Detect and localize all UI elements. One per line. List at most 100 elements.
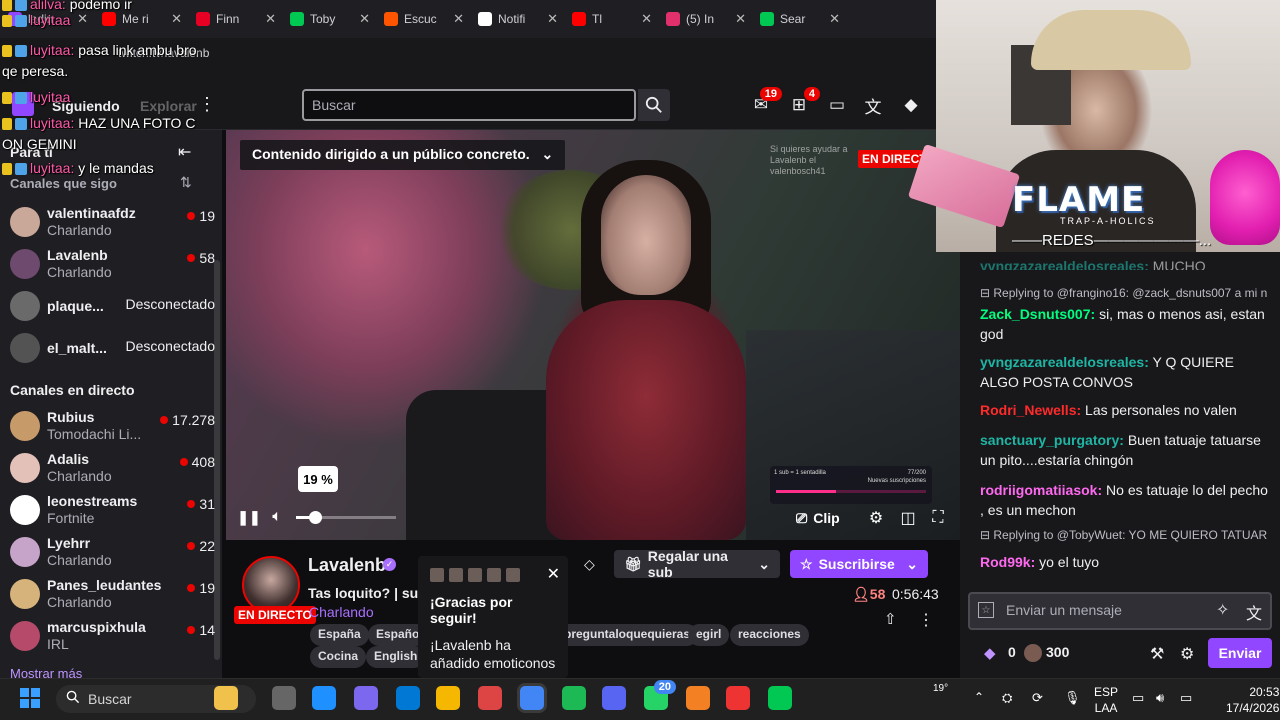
- followed-channel-item[interactable]: el_malt... Desconectado: [10, 328, 215, 368]
- store-icon[interactable]: [478, 686, 502, 710]
- browser-tab[interactable]: Finn ✕: [188, 4, 282, 34]
- volume-icon[interactable]: 🔈︎: [268, 508, 286, 526]
- browser-tab[interactable]: (5) In ✕: [658, 4, 752, 34]
- spotify-icon[interactable]: [562, 686, 586, 710]
- fullscreen-icon[interactable]: ⛶: [928, 508, 948, 528]
- close-icon[interactable]: ✕: [547, 564, 560, 584]
- tab-close-icon[interactable]: ✕: [171, 11, 182, 27]
- tab-close-icon[interactable]: ✕: [359, 11, 370, 27]
- outlook-icon[interactable]: [396, 686, 420, 710]
- discord-icon[interactable]: [602, 686, 626, 710]
- stream-category[interactable]: Charlando: [309, 604, 374, 620]
- chat-badge-icon[interactable]: ☆: [978, 602, 994, 618]
- tab-close-icon[interactable]: ✕: [547, 11, 558, 27]
- app-icon[interactable]: [686, 686, 710, 710]
- search-input[interactable]: Buscar: [302, 89, 636, 121]
- stream-tag[interactable]: English: [366, 646, 426, 668]
- tray-chevron-up-icon[interactable]: ⌃: [974, 690, 984, 704]
- battery-icon[interactable]: ▭: [1180, 690, 1192, 706]
- file-explorer-icon[interactable]: [436, 686, 460, 710]
- subscribe-button[interactable]: ☆ Suscribirse ⌄: [790, 550, 928, 578]
- chat-settings-gear-icon[interactable]: ⚙: [1180, 644, 1194, 664]
- chat-reply-context[interactable]: ⊟ Replying to @TobyWuet: YO ME QUIERO TA…: [980, 528, 1267, 542]
- chat-username[interactable]: yvngzazarealdelosreales:: [980, 354, 1149, 370]
- stream-tag[interactable]: egirl: [688, 624, 730, 646]
- chat-username[interactable]: sanctuary_purgatory:: [980, 432, 1124, 448]
- whispers-icon[interactable]: ▭: [826, 94, 848, 116]
- tray-app-icon[interactable]: ⛭: [1002, 690, 1012, 706]
- volume-slider-handle[interactable]: [309, 511, 322, 524]
- live-channel-item[interactable]: Rubius Tomodachi Li... 17.278: [10, 406, 215, 446]
- edge-icon[interactable]: [312, 686, 336, 710]
- task-view-icon[interactable]: [272, 686, 296, 710]
- tab-close-icon[interactable]: ✕: [829, 11, 840, 27]
- theatre-mode-icon[interactable]: ◫: [898, 508, 918, 528]
- followed-channel-item[interactable]: plaque... Desconectado: [10, 286, 215, 326]
- app-icon[interactable]: [726, 686, 750, 710]
- search-button[interactable]: [638, 89, 670, 121]
- bits-icon[interactable]: ◆: [984, 644, 996, 662]
- more-options-icon[interactable]: ⋮: [918, 610, 934, 630]
- nav-browse[interactable]: Explorar: [140, 98, 197, 114]
- chat-username[interactable]: yvngzazarealdelosreales:: [980, 258, 1149, 270]
- chat-reply-context[interactable]: ⊟ Replying to @frangino16: @zack_dsnuts0…: [980, 286, 1267, 300]
- tab-close-icon[interactable]: ✕: [265, 11, 276, 27]
- settings-gear-icon[interactable]: ⚙: [866, 508, 886, 528]
- taskbar-clock[interactable]: 20:53 17/4/2026: [1226, 684, 1279, 716]
- pause-icon[interactable]: ❚❚: [237, 508, 260, 526]
- moderation-icon[interactable]: ⚒: [1150, 644, 1164, 664]
- windows-start-icon[interactable]: [20, 688, 40, 708]
- live-channel-item[interactable]: Panes_leudantes Charlando 19: [10, 574, 215, 614]
- notifications-button[interactable]: ✉ 19: [750, 87, 782, 116]
- live-channel-item[interactable]: leonestreams Fortnite 31: [10, 490, 215, 530]
- channel-points-icon[interactable]: [1024, 644, 1042, 662]
- live-channel-item[interactable]: marcuspixhula IRL 14: [10, 616, 215, 656]
- content-classification-banner[interactable]: Contenido dirigido a un público concreto…: [240, 140, 566, 170]
- tray-sync-icon[interactable]: ⟳: [1032, 690, 1043, 706]
- keyboard-language[interactable]: ESP LAA: [1094, 684, 1118, 716]
- emote-picker-icon[interactable]: ✧: [1216, 600, 1229, 620]
- translate-icon[interactable]: 文: [862, 94, 884, 117]
- browser-tab[interactable]: Escuc ✕: [376, 4, 470, 34]
- translate-icon[interactable]: 文: [1246, 600, 1262, 624]
- tab-close-icon[interactable]: ✕: [641, 11, 652, 27]
- folder-emoji-icon[interactable]: [214, 686, 238, 710]
- stream-tag[interactable]: Cocina: [310, 646, 367, 668]
- more-options-icon[interactable]: ⋮: [198, 94, 216, 115]
- tab-close-icon[interactable]: ✕: [77, 11, 88, 27]
- microphone-icon[interactable]: 🎙︎: [1064, 690, 1081, 706]
- followed-channel-item[interactable]: valentinaafdz Charlando 19: [10, 202, 215, 242]
- speaker-icon[interactable]: 🔊︎: [1156, 690, 1164, 706]
- browser-tab[interactable]: Notifi ✕: [470, 4, 564, 34]
- tab-close-icon[interactable]: ✕: [735, 11, 746, 27]
- streamer-name[interactable]: Lavalenb: [308, 555, 386, 576]
- live-channel-item[interactable]: Lyehrr Charlando 22: [10, 532, 215, 572]
- stream-tag[interactable]: reacciones: [730, 624, 809, 646]
- browser-tab[interactable]: Toby ✕: [282, 4, 376, 34]
- tab-close-icon[interactable]: ✕: [453, 11, 464, 27]
- share-icon[interactable]: ⇧: [884, 610, 897, 628]
- chrome-icon[interactable]: [520, 686, 544, 710]
- stream-tag[interactable]: preguntaloquequieras: [556, 624, 699, 646]
- stream-tag[interactable]: España: [310, 624, 369, 646]
- gift-sub-button[interactable]: 🎁︎ Regalar una sub ⌄: [614, 548, 780, 580]
- kick-icon[interactable]: [768, 686, 792, 710]
- browser-tab[interactable]: Tl ✕: [564, 4, 658, 34]
- whatsapp-icon[interactable]: 20: [644, 680, 676, 710]
- chat-username[interactable]: rodriigomatiiasok:: [980, 482, 1102, 498]
- followed-channel-item[interactable]: Lavalenb Charlando 58: [10, 244, 215, 284]
- sort-icon[interactable]: ⇅: [180, 174, 192, 191]
- chat-username[interactable]: Rodri_Newells:: [980, 402, 1081, 418]
- network-icon[interactable]: ▭: [1132, 690, 1144, 706]
- inbox-button[interactable]: ⊞ 4: [788, 87, 820, 116]
- bits-cheer-icon[interactable]: ◇: [584, 556, 602, 574]
- copilot-icon[interactable]: [354, 686, 378, 710]
- chat-username[interactable]: Zack_Dsnuts007:: [980, 306, 1095, 322]
- bits-icon[interactable]: ◆: [900, 94, 922, 116]
- browser-tab[interactable]: Sear ✕: [752, 4, 846, 34]
- clip-button[interactable]: ⎚ Clip: [796, 506, 840, 530]
- chat-username[interactable]: Rod99k:: [980, 554, 1035, 570]
- live-channel-item[interactable]: Adalis Charlando 408: [10, 448, 215, 488]
- send-button[interactable]: Enviar: [1208, 638, 1272, 668]
- collapse-sidebar-icon[interactable]: ⇤: [178, 142, 191, 162]
